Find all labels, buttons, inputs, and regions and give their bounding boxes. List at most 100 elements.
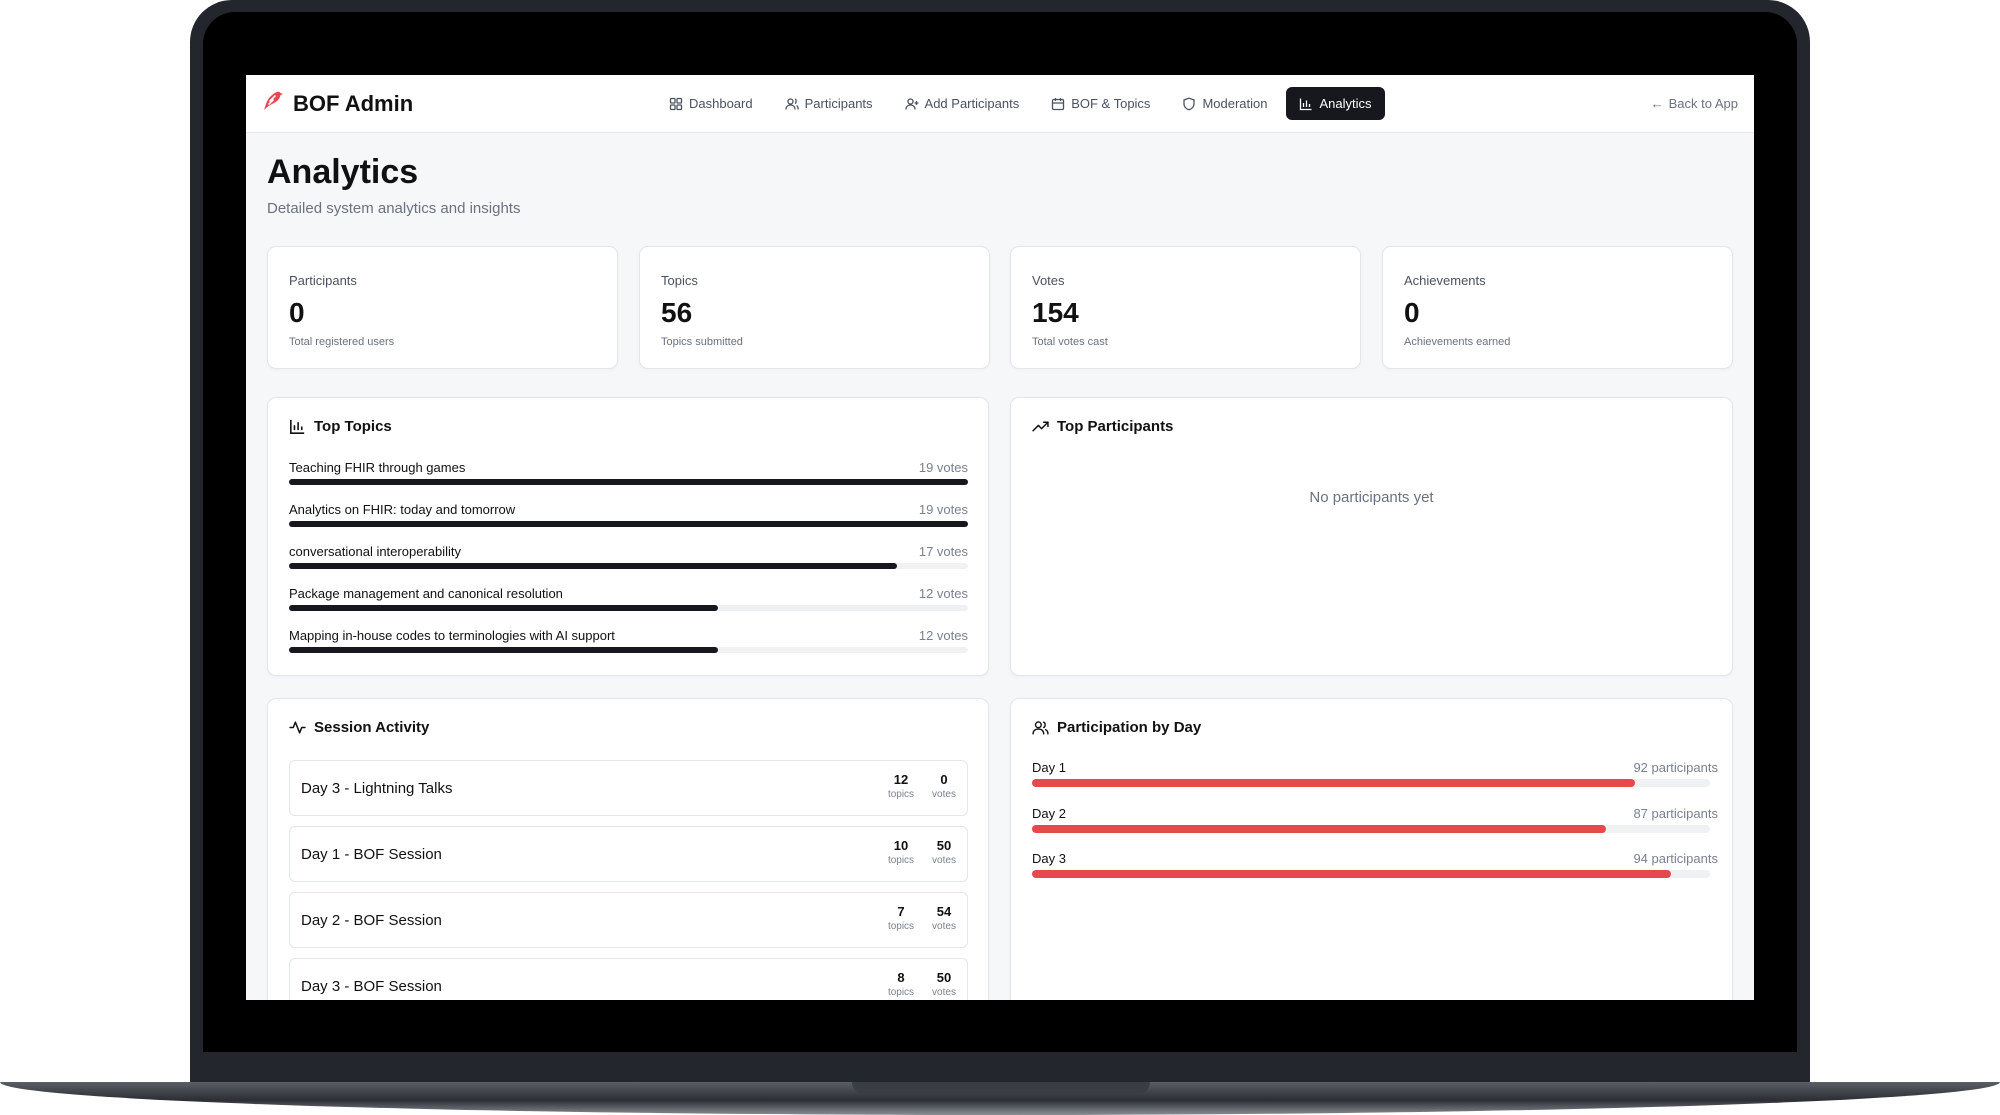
stat-label: Topics bbox=[661, 273, 698, 288]
day-row: Day 2 87 participants bbox=[1032, 806, 1718, 833]
nav-bof-topics[interactable]: BOF & Topics bbox=[1038, 87, 1163, 120]
page-title: Analytics bbox=[267, 153, 419, 191]
participation-by-day-title: Participation by Day bbox=[1032, 719, 1201, 736]
session-topics-count: 8 bbox=[897, 970, 905, 985]
laptop-notch bbox=[852, 1082, 1150, 1094]
stat-desc: Total votes cast bbox=[1032, 336, 1108, 348]
topic-bar-track bbox=[289, 647, 968, 653]
user-plus-icon bbox=[904, 97, 919, 110]
session-topics: 12 topics bbox=[881, 772, 921, 800]
session-topics-label: topics bbox=[887, 921, 915, 932]
topic-bar-track bbox=[289, 479, 968, 485]
session-topics: 10 topics bbox=[881, 838, 921, 866]
topic-votes: 19 votes bbox=[918, 502, 968, 517]
arrow-left-icon: ← bbox=[1650, 96, 1664, 111]
session-name: Day 3 - Lightning Talks bbox=[301, 780, 453, 797]
topic-bar-fill bbox=[289, 563, 897, 569]
trending-up-icon bbox=[1032, 421, 1049, 432]
session-votes: 50 votes bbox=[924, 838, 964, 866]
day-bar-track bbox=[1032, 870, 1710, 878]
topic-votes: 12 votes bbox=[918, 628, 968, 643]
nav-moderation-label: Moderation bbox=[1202, 96, 1268, 111]
nav-participants-label: Participants bbox=[804, 96, 873, 111]
top-participants-card: Top Participants No participants yet bbox=[1010, 397, 1733, 676]
users-icon bbox=[1032, 721, 1049, 735]
main-nav: Dashboard Participants Add Participants … bbox=[656, 87, 1385, 120]
stat-label: Votes bbox=[1032, 273, 1065, 288]
topic-votes: 19 votes bbox=[918, 460, 968, 475]
top-topics-title-text: Top Topics bbox=[314, 418, 392, 435]
back-to-app-link[interactable]: ← Back to App bbox=[1651, 96, 1738, 111]
topic-name: Mapping in-house codes to terminologies … bbox=[289, 628, 615, 643]
day-count: 92 participants bbox=[1633, 760, 1718, 775]
session-row[interactable]: Day 2 - BOF Session 7 topics 54 votes bbox=[289, 892, 968, 948]
session-topics-label: topics bbox=[887, 987, 915, 998]
empty-state-message: No participants yet bbox=[1309, 489, 1434, 506]
session-row[interactable]: Day 3 - Lightning Talks 12 topics 0 vote… bbox=[289, 760, 968, 816]
day-bar-fill bbox=[1032, 825, 1607, 833]
session-name: Day 3 - BOF Session bbox=[301, 978, 442, 995]
session-name: Day 1 - BOF Session bbox=[301, 846, 442, 863]
day-bar-track bbox=[1032, 825, 1710, 833]
session-votes-count: 50 bbox=[936, 970, 952, 985]
nav-dashboard[interactable]: Dashboard bbox=[656, 87, 766, 120]
back-to-app-label: Back to App bbox=[1668, 96, 1738, 111]
session-row[interactable]: Day 1 - BOF Session 10 topics 50 votes bbox=[289, 826, 968, 882]
stat-value: 154 bbox=[1032, 297, 1079, 328]
topic-row: conversational interoperability 17 votes bbox=[289, 544, 968, 569]
calendar-icon bbox=[1052, 97, 1065, 110]
topic-bar-track bbox=[289, 521, 968, 527]
top-participants-title: Top Participants bbox=[1032, 418, 1173, 435]
topic-name: Analytics on FHIR: today and tomorrow bbox=[289, 502, 516, 517]
day-row: Day 1 92 participants bbox=[1032, 760, 1718, 787]
session-votes-label: votes bbox=[932, 855, 956, 866]
top-topics-card: Top Topics Teaching FHIR through games 1… bbox=[267, 397, 989, 676]
session-topics-label: topics bbox=[887, 855, 915, 866]
nav-add-participants[interactable]: Add Participants bbox=[892, 87, 1033, 120]
stat-value: 56 bbox=[661, 297, 693, 328]
day-name: Day 2 bbox=[1032, 806, 1066, 821]
top-navbar: BOF Admin Dashboard Participants Add Par… bbox=[246, 75, 1754, 133]
topic-bar-track bbox=[289, 563, 968, 569]
session-votes-label: votes bbox=[932, 789, 956, 800]
topic-votes: 12 votes bbox=[918, 586, 968, 601]
day-bar-fill bbox=[1032, 870, 1671, 878]
session-votes-count: 50 bbox=[936, 838, 952, 853]
session-topics-count: 12 bbox=[893, 772, 909, 787]
session-votes: 0 votes bbox=[924, 772, 964, 800]
bar-chart-icon bbox=[290, 419, 305, 434]
topic-bar-track bbox=[289, 605, 968, 611]
day-bar-track bbox=[1032, 779, 1710, 787]
shield-icon bbox=[1183, 97, 1196, 110]
top-participants-title-text: Top Participants bbox=[1057, 418, 1174, 435]
nav-participants[interactable]: Participants bbox=[772, 87, 886, 120]
session-votes-count: 0 bbox=[940, 772, 948, 787]
participation-by-day-card: Participation by Day Day 1 92 participan… bbox=[1010, 698, 1733, 1000]
topic-bar-fill bbox=[289, 521, 968, 527]
session-row[interactable]: Day 3 - BOF Session 8 topics 50 votes bbox=[289, 958, 968, 1000]
session-activity-title-text: Session Activity bbox=[314, 719, 430, 736]
nav-moderation[interactable]: Moderation bbox=[1169, 87, 1280, 120]
session-votes-label: votes bbox=[932, 921, 956, 932]
day-count: 94 participants bbox=[1633, 851, 1718, 866]
stat-desc: Achievements earned bbox=[1404, 336, 1511, 348]
stat-value: 0 bbox=[289, 297, 305, 328]
topic-bar-fill bbox=[289, 479, 968, 485]
nav-analytics[interactable]: Analytics bbox=[1286, 87, 1385, 120]
topic-row: Analytics on FHIR: today and tomorrow 19… bbox=[289, 502, 968, 527]
session-name: Day 2 - BOF Session bbox=[301, 912, 442, 929]
stat-card-topics: Topics 56 Topics submitted bbox=[639, 246, 990, 369]
brand[interactable]: BOF Admin bbox=[261, 90, 413, 117]
stat-value: 0 bbox=[1404, 297, 1420, 328]
nav-bof-topics-label: BOF & Topics bbox=[1071, 96, 1151, 111]
activity-icon bbox=[289, 721, 306, 734]
topic-bar-fill bbox=[289, 605, 719, 611]
session-votes-label: votes bbox=[932, 987, 956, 998]
topic-row: Mapping in-house codes to terminologies … bbox=[289, 628, 968, 653]
user-icon bbox=[784, 97, 799, 110]
session-topics: 7 topics bbox=[881, 904, 921, 932]
stat-desc: Total registered users bbox=[289, 336, 395, 348]
nav-dashboard-label: Dashboard bbox=[689, 96, 753, 111]
brand-title: BOF Admin bbox=[293, 90, 414, 116]
topic-row: Teaching FHIR through games 19 votes bbox=[289, 460, 968, 485]
